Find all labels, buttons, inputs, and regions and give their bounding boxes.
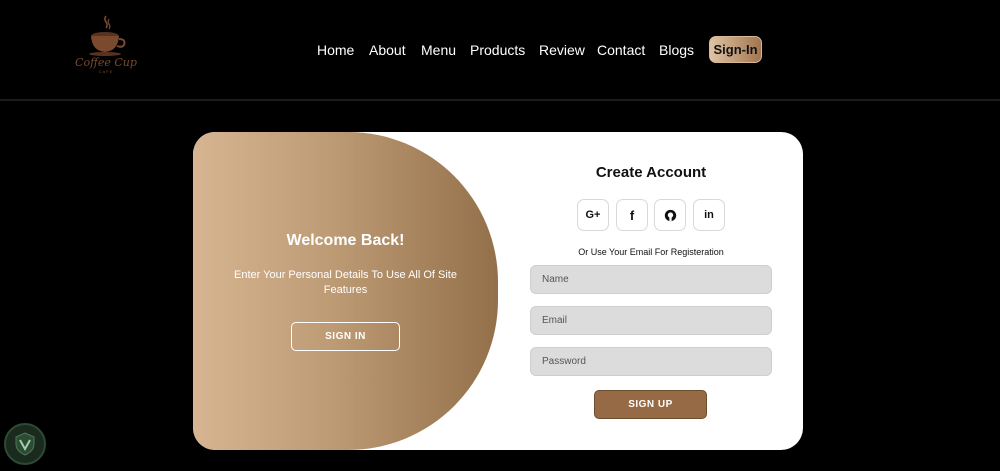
nav-blogs[interactable]: Blogs: [659, 42, 694, 58]
nav-home[interactable]: Home: [317, 42, 354, 58]
shield-icon: [15, 432, 35, 456]
shield-badge: [4, 423, 46, 465]
brand-logo[interactable]: Coffee Cup CAFE: [74, 14, 138, 82]
facebook-button[interactable]: f: [616, 199, 648, 231]
brand-sub: CAFE: [98, 69, 114, 74]
github-button[interactable]: [654, 199, 686, 231]
nav-menu[interactable]: Menu: [421, 42, 456, 58]
linkedin-icon: in: [704, 209, 714, 221]
nav-contact[interactable]: Contact: [597, 42, 645, 58]
name-input[interactable]: [530, 265, 772, 294]
nav-products[interactable]: Products: [470, 42, 525, 58]
facebook-icon: f: [629, 207, 635, 223]
sign-in-button[interactable]: SIGN IN: [291, 322, 400, 351]
form-subtitle: Or Use Your Email For Registeration: [578, 247, 724, 257]
brand-name: Coffee Cup: [75, 56, 137, 69]
google-plus-icon: G+: [585, 209, 601, 221]
welcome-text: Enter Your Personal Details To Use All O…: [234, 269, 457, 296]
nav-about[interactable]: About: [369, 42, 406, 58]
email-input[interactable]: [530, 306, 772, 335]
site-header: Coffee Cup CAFE Home About Menu Products…: [0, 0, 1000, 101]
header-signin-button[interactable]: Sign-In: [709, 36, 762, 63]
linkedin-button[interactable]: in: [693, 199, 725, 231]
welcome-panel: Welcome Back! Enter Your Personal Detail…: [193, 132, 498, 450]
coffee-cup-icon: [89, 15, 126, 56]
form-title: Create Account: [595, 164, 707, 181]
google-plus-button[interactable]: G+: [577, 199, 609, 231]
nav-review[interactable]: Review: [539, 42, 585, 58]
auth-card: Welcome Back! Enter Your Personal Detail…: [193, 132, 803, 450]
welcome-title: Welcome Back!: [286, 232, 405, 249]
password-input[interactable]: [530, 347, 772, 376]
github-icon: [664, 209, 676, 221]
sign-up-button[interactable]: SIGN UP: [594, 390, 707, 419]
